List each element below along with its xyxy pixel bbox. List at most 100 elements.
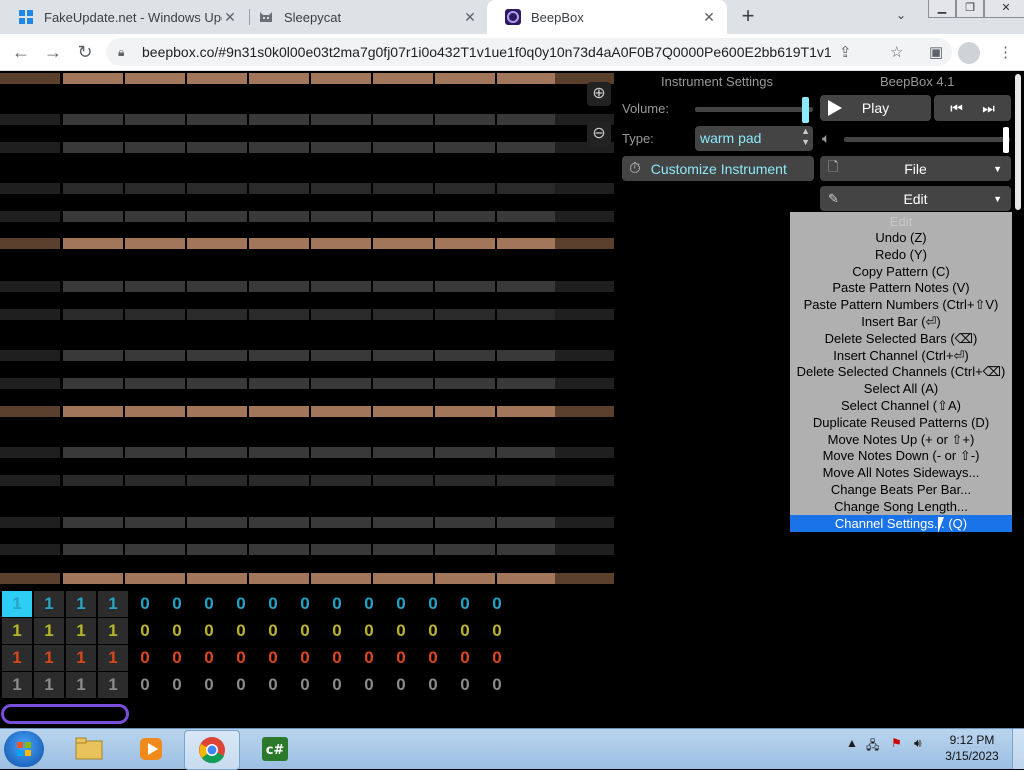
pattern-grid-cell[interactable] (435, 73, 495, 84)
pattern-number-cell[interactable]: 0 (482, 645, 512, 671)
pattern-number-cell[interactable]: 0 (226, 672, 256, 698)
edit-menu-item[interactable]: Move Notes Down (- or ⇧-) (790, 447, 1012, 464)
pattern-grid-row[interactable] (0, 114, 614, 125)
pattern-grid-cell[interactable] (497, 573, 557, 584)
pattern-grid-cell[interactable] (63, 238, 123, 249)
pattern-grid-cell[interactable] (555, 573, 614, 584)
chrome-icon[interactable] (184, 730, 240, 770)
pattern-grid-row[interactable] (0, 183, 614, 194)
pattern-grid-row[interactable] (0, 238, 614, 249)
pattern-grid-cell[interactable] (249, 350, 309, 361)
close-icon[interactable]: ✕ (462, 9, 478, 26)
pattern-grid-cell[interactable] (249, 378, 309, 389)
pattern-grid-cell[interactable] (249, 73, 309, 84)
pattern-grid-cell[interactable] (311, 142, 371, 153)
pattern-number-cell[interactable]: 0 (290, 618, 320, 644)
pattern-number-cell[interactable]: 0 (354, 591, 384, 617)
pattern-grid-cell[interactable] (187, 378, 247, 389)
pattern-number-cell[interactable]: 0 (322, 645, 352, 671)
pattern-grid-cell[interactable] (249, 281, 309, 292)
pattern-grid-cell[interactable] (249, 114, 309, 125)
pattern-grid-cell[interactable] (497, 238, 557, 249)
play-button[interactable]: Play (820, 95, 931, 121)
side-panel-icon[interactable]: ▣ (929, 43, 943, 61)
pattern-grid-cell[interactable] (555, 350, 614, 361)
pattern-grid-cell[interactable] (555, 517, 614, 528)
pattern-grid-cell[interactable] (0, 281, 60, 292)
edit-menu-item[interactable]: Channel Settings... (Q) (790, 514, 1012, 532)
pattern-grid-row[interactable] (0, 447, 614, 458)
pattern-grid-cell[interactable] (555, 475, 614, 486)
pattern-grid-cell[interactable] (249, 573, 309, 584)
pattern-grid-cell[interactable] (63, 114, 123, 125)
pattern-grid-cell[interactable] (187, 475, 247, 486)
master-volume-slider[interactable] (844, 137, 1010, 142)
pattern-number-cell[interactable]: 0 (386, 672, 416, 698)
pattern-grid-row[interactable] (0, 73, 614, 84)
pattern-number-cell[interactable]: 0 (354, 672, 384, 698)
pattern-grid-cell[interactable] (435, 309, 495, 320)
media-player-icon[interactable] (124, 730, 178, 768)
pattern-number-cell[interactable]: 0 (226, 618, 256, 644)
pattern-grid-cell[interactable] (63, 183, 123, 194)
show-hidden-icons-icon[interactable]: ▲ (846, 736, 858, 750)
pattern-grid-cell[interactable] (373, 406, 433, 417)
instrument-type-select[interactable]: warm pad ▲ ▼ (695, 126, 813, 151)
forward-arrow-icon[interactable]: → (42, 41, 64, 63)
pattern-grid-cell[interactable] (63, 378, 123, 389)
pattern-grid-cell[interactable] (311, 183, 371, 194)
new-tab-button[interactable]: + (737, 5, 759, 27)
pattern-grid-cell[interactable] (125, 378, 185, 389)
pattern-grid-cell[interactable] (435, 183, 495, 194)
pattern-grid-cell[interactable] (187, 183, 247, 194)
csharp-icon[interactable]: c# (248, 730, 302, 768)
pattern-grid-cell[interactable] (187, 573, 247, 584)
pattern-grid-cell[interactable] (311, 309, 371, 320)
pattern-grid-cell[interactable] (373, 378, 433, 389)
pattern-number-cell[interactable]: 0 (450, 645, 480, 671)
pattern-grid-cell[interactable] (311, 544, 371, 555)
pattern-number-cell[interactable]: 0 (386, 645, 416, 671)
pattern-grid-cell[interactable] (63, 517, 123, 528)
pattern-grid-cell[interactable] (187, 142, 247, 153)
pattern-grid-cell[interactable] (0, 544, 60, 555)
edit-menu-item[interactable]: Change Beats Per Bar... (790, 481, 1012, 498)
pattern-number-cell[interactable]: 0 (130, 618, 160, 644)
edit-menu-item[interactable]: Insert Bar (⏎) (790, 313, 1012, 330)
pattern-grid-cell[interactable] (0, 573, 60, 584)
pattern-number-cell[interactable]: 0 (450, 618, 480, 644)
action-center-icon[interactable]: ⚑ (891, 736, 902, 750)
tab-beepbox[interactable]: BeepBox ✕ (487, 0, 727, 34)
pattern-grid-row[interactable] (0, 406, 614, 417)
pattern-number-cell[interactable]: 0 (418, 618, 448, 644)
pattern-grid-row[interactable] (0, 350, 614, 361)
pattern-number-cell[interactable]: 0 (482, 618, 512, 644)
pattern-grid-cell[interactable] (0, 406, 60, 417)
pattern-grid-cell[interactable] (311, 238, 371, 249)
edit-menu-item[interactable]: Copy Pattern (C) (790, 263, 1012, 280)
pattern-grid-cell[interactable] (0, 475, 60, 486)
pattern-grid-cell[interactable] (0, 447, 60, 458)
pattern-grid-cell[interactable] (311, 573, 371, 584)
tab-sleepycat[interactable]: Sleepycat ✕ (240, 0, 488, 34)
pattern-grid-cell[interactable] (249, 238, 309, 249)
pattern-grid-cell[interactable] (249, 183, 309, 194)
pattern-number-cell[interactable]: 1 (66, 618, 96, 644)
minimize-button[interactable]: ▁ (928, 0, 956, 18)
edit-menu-item[interactable]: Move All Notes Sideways... (790, 464, 1012, 481)
pattern-grid-cell[interactable] (0, 183, 60, 194)
pattern-grid-cell[interactable] (125, 406, 185, 417)
pattern-grid-cell[interactable] (435, 475, 495, 486)
pattern-grid-cell[interactable] (435, 238, 495, 249)
pattern-number-cell[interactable]: 0 (290, 645, 320, 671)
pattern-number-cell[interactable]: 0 (322, 672, 352, 698)
pattern-grid-cell[interactable] (497, 447, 557, 458)
pattern-number-cell[interactable]: 0 (162, 591, 192, 617)
pattern-number-cell[interactable]: 0 (162, 645, 192, 671)
pattern-grid-cell[interactable] (63, 406, 123, 417)
kebab-menu-icon[interactable]: ⋮ (998, 43, 1013, 61)
pattern-grid-cell[interactable] (555, 211, 614, 222)
pattern-grid-cell[interactable] (435, 211, 495, 222)
pattern-grid-cell[interactable] (497, 211, 557, 222)
pattern-grid-cell[interactable] (0, 517, 60, 528)
